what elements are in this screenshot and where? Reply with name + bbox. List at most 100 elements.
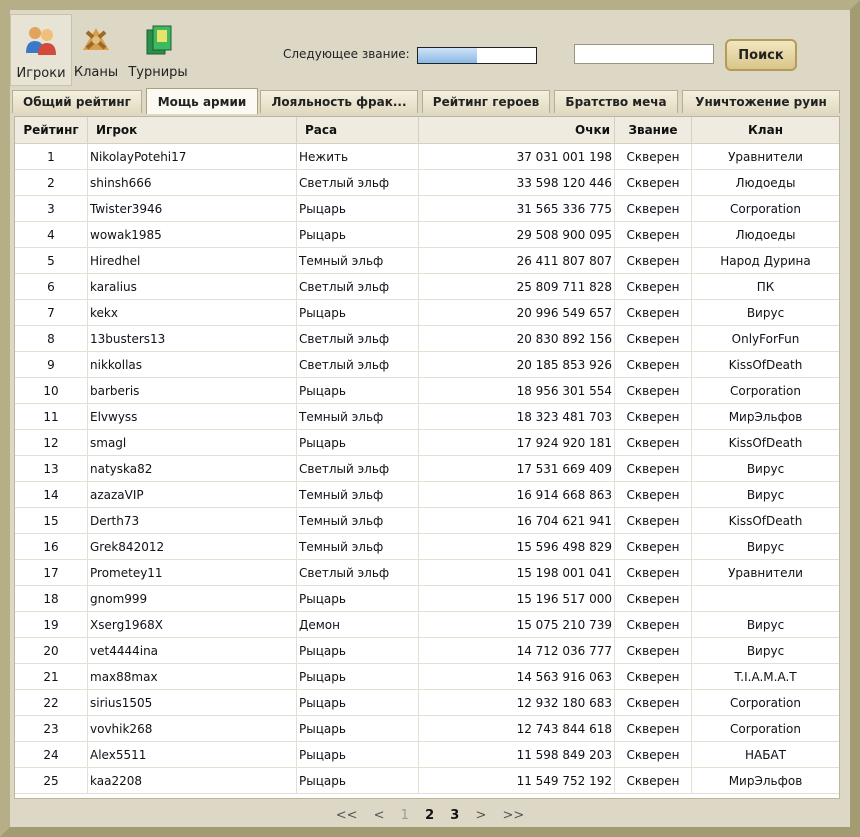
table-row[interactable]: 7 kekx Рыцарь 20 996 549 657 Скверен Вирус — [15, 299, 839, 326]
header-race[interactable]: Раса — [296, 117, 419, 144]
pager-last[interactable]: >> — [503, 808, 525, 823]
cell-player[interactable]: smagl — [87, 429, 297, 456]
table-row[interactable]: 22 sirius1505 Рыцарь 12 932 180 683 Скверен C… — [15, 689, 839, 716]
cell-player[interactable]: natyska82 — [87, 455, 297, 482]
cell-player[interactable]: Derth73 — [87, 507, 297, 534]
table-row[interactable]: 4 wowak1985 Рыцарь 29 508 900 095 Скверен Люд… — [15, 221, 839, 248]
table-row[interactable]: 2 shinsh666 Светлый эльф 33 598 120 446 Скве… — [15, 169, 839, 196]
pager-prev[interactable]: < — [374, 808, 385, 823]
cell-clan[interactable]: НАБАТ — [691, 741, 839, 768]
header-rank[interactable]: Рейтинг — [15, 117, 88, 144]
table-row[interactable]: 16 Grek842012 Темный эльф 15 596 498 829 Скв… — [15, 533, 839, 560]
table-row[interactable]: 23 vovhik268 Рыцарь 12 743 844 618 Скверен Co… — [15, 715, 839, 742]
cell-player[interactable]: Prometey11 — [87, 559, 297, 586]
cell-player[interactable]: wowak1985 — [87, 221, 297, 248]
cell-clan[interactable]: Людоеды — [691, 169, 839, 196]
cell-clan[interactable]: Вирус — [691, 611, 839, 638]
table-row[interactable]: 13 natyska82 Светлый эльф 17 531 669 409 Скв… — [15, 455, 839, 482]
tab-hero-rating[interactable]: Рейтинг героев — [422, 90, 550, 113]
cell-player[interactable]: sirius1505 — [87, 689, 297, 716]
table-row[interactable]: 18 gnom999 Рыцарь 15 196 517 000 Скверен — [15, 585, 839, 612]
cell-rank: 18 — [15, 585, 88, 612]
cell-clan[interactable]: Вирус — [691, 481, 839, 508]
cell-player[interactable]: gnom999 — [87, 585, 297, 612]
cell-player[interactable]: max88max — [87, 663, 297, 690]
header-points[interactable]: Очки — [418, 117, 615, 144]
cell-player[interactable]: Xserg1968X — [87, 611, 297, 638]
tab-army-power[interactable]: Мощь армии — [146, 88, 258, 114]
table-row[interactable]: 8 13busters13 Светлый эльф 20 830 892 156 Ск… — [15, 325, 839, 352]
table-row[interactable]: 21 max88max Рыцарь 14 563 916 063 Скверен T.I… — [15, 663, 839, 690]
pager-page-2[interactable]: 2 — [425, 808, 434, 823]
cell-clan[interactable]: ПК — [691, 273, 839, 300]
pager-page-3[interactable]: 3 — [450, 808, 459, 823]
cell-clan[interactable]: Уравнители — [691, 559, 839, 586]
pager-next[interactable]: > — [475, 808, 486, 823]
cell-clan[interactable]: OnlyForFun — [691, 325, 839, 352]
table-row[interactable]: 24 Alex5511 Рыцарь 11 598 849 203 Скверен НАБ… — [15, 741, 839, 768]
cell-race: Темный эльф — [296, 247, 419, 274]
cell-player[interactable]: vet4444ina — [87, 637, 297, 664]
cell-clan[interactable]: Corporation — [691, 689, 839, 716]
cell-player[interactable]: 13busters13 — [87, 325, 297, 352]
table-row[interactable]: 1 NikolayPotehi17 Нежить 37 031 001 198 Скве… — [15, 143, 839, 170]
cell-player[interactable]: nikkollas — [87, 351, 297, 378]
cell-clan[interactable]: KissOfDeath — [691, 507, 839, 534]
cell-player[interactable]: Hiredhel — [87, 247, 297, 274]
cell-player[interactable]: kekx — [87, 299, 297, 326]
tab-sword-brotherhood[interactable]: Братство меча — [554, 90, 678, 113]
table-row[interactable]: 11 Elvwyss Темный эльф 18 323 481 703 Сквере… — [15, 403, 839, 430]
table-row[interactable]: 12 smagl Рыцарь 17 924 920 181 Скверен KissOf… — [15, 429, 839, 456]
cell-player[interactable]: Twister3946 — [87, 195, 297, 222]
table-row[interactable]: 5 Hiredhel Темный эльф 26 411 807 807 Сквере… — [15, 247, 839, 274]
cell-clan[interactable] — [691, 585, 839, 612]
table-row[interactable]: 17 Prometey11 Светлый эльф 15 198 001 041 Ск… — [15, 559, 839, 586]
header-player[interactable]: Игрок — [87, 117, 297, 144]
cell-clan[interactable]: Уравнители — [691, 143, 839, 170]
table-row[interactable]: 15 Derth73 Темный эльф 16 704 621 941 Сквере… — [15, 507, 839, 534]
tab-ruins-destruction[interactable]: Уничтожение руин — [682, 90, 840, 113]
cell-clan[interactable]: Вирус — [691, 533, 839, 560]
pager-first[interactable]: << — [336, 808, 358, 823]
cell-clan[interactable]: МирЭльфов — [691, 767, 839, 794]
nav-clans[interactable]: Кланы — [66, 14, 126, 84]
cell-clan[interactable]: Corporation — [691, 715, 839, 742]
cell-clan[interactable]: Вирус — [691, 455, 839, 482]
cell-player[interactable]: Alex5511 — [87, 741, 297, 768]
cell-clan[interactable]: Corporation — [691, 195, 839, 222]
table-row[interactable]: 25 kaa2208 Рыцарь 11 549 752 192 Скверен МирЭ… — [15, 767, 839, 794]
cell-clan[interactable]: Corporation — [691, 377, 839, 404]
search-button[interactable]: Поиск — [725, 39, 797, 71]
header-title[interactable]: Звание — [614, 117, 692, 144]
cell-clan[interactable]: Вирус — [691, 299, 839, 326]
cell-clan[interactable]: KissOfDeath — [691, 429, 839, 456]
search-input[interactable] — [574, 44, 714, 64]
cell-player[interactable]: Grek842012 — [87, 533, 297, 560]
cell-clan[interactable]: Людоеды — [691, 221, 839, 248]
nav-players[interactable]: Игроки — [10, 14, 72, 86]
table-row[interactable]: 19 Xserg1968X Демон 15 075 210 739 Скверен Ви… — [15, 611, 839, 638]
cell-player[interactable]: vovhik268 — [87, 715, 297, 742]
cell-player[interactable]: azazaVIP — [87, 481, 297, 508]
cell-player[interactable]: kaa2208 — [87, 767, 297, 794]
cell-clan[interactable]: T.I.A.M.A.T — [691, 663, 839, 690]
cell-player[interactable]: shinsh666 — [87, 169, 297, 196]
cell-clan[interactable]: Вирус — [691, 637, 839, 664]
cell-player[interactable]: barberis — [87, 377, 297, 404]
cell-clan[interactable]: Народ Дурина — [691, 247, 839, 274]
table-row[interactable]: 3 Twister3946 Рыцарь 31 565 336 775 Скверен C… — [15, 195, 839, 222]
table-row[interactable]: 9 nikkollas Светлый эльф 20 185 853 926 Скве… — [15, 351, 839, 378]
cell-player[interactable]: Elvwyss — [87, 403, 297, 430]
table-row[interactable]: 14 azazaVIP Темный эльф 16 914 668 863 Сквер… — [15, 481, 839, 508]
table-row[interactable]: 20 vet4444ina Рыцарь 14 712 036 777 Скверен В… — [15, 637, 839, 664]
cell-clan[interactable]: МирЭльфов — [691, 403, 839, 430]
tab-faction-loyalty[interactable]: Лояльность фрак... — [260, 90, 418, 113]
nav-tournaments[interactable]: Турниры — [126, 14, 190, 84]
cell-clan[interactable]: KissOfDeath — [691, 351, 839, 378]
tab-overall-rating[interactable]: Общий рейтинг — [12, 90, 142, 113]
cell-player[interactable]: NikolayPotehi17 — [87, 143, 297, 170]
cell-player[interactable]: karalius — [87, 273, 297, 300]
table-row[interactable]: 10 barberis Рыцарь 18 956 301 554 Скверен Cor… — [15, 377, 839, 404]
header-clan[interactable]: Клан — [691, 117, 839, 144]
table-row[interactable]: 6 karalius Светлый эльф 25 809 711 828 Сквер… — [15, 273, 839, 300]
